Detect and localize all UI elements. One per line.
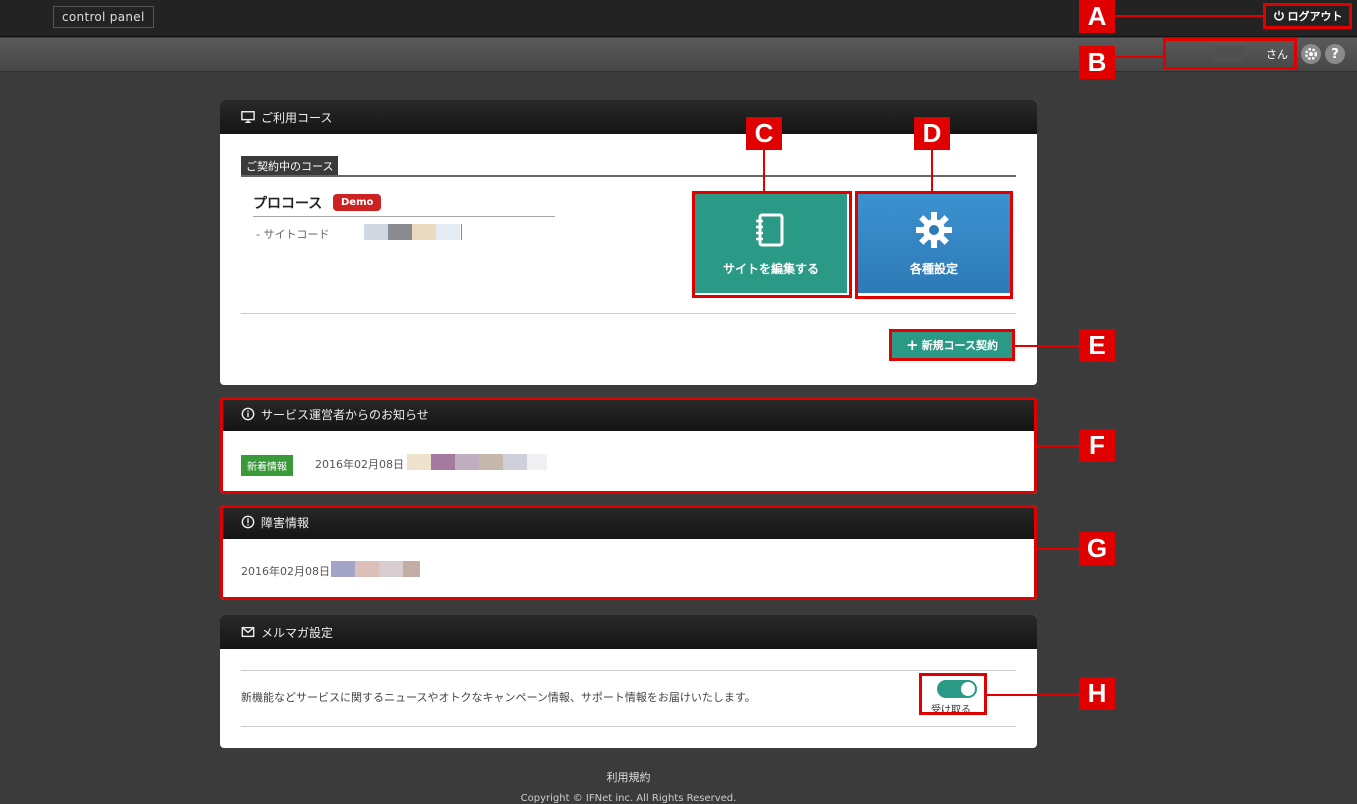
monitor-icon xyxy=(241,111,255,123)
gear-icon[interactable] xyxy=(1301,44,1321,64)
power-icon xyxy=(1273,10,1284,21)
course-name: プロコース xyxy=(253,196,323,212)
top-bar: control panel xyxy=(0,0,1357,37)
user-name-redacted xyxy=(1214,46,1244,63)
mail-panel: メルマガ設定 新機能などサービスに関するニュースやオトクなキャンペーン情報、サポ… xyxy=(220,615,1037,748)
alert-icon xyxy=(241,515,255,529)
news-badge: 新着情報 xyxy=(241,455,293,476)
user-name-box[interactable]: さん xyxy=(1163,38,1297,70)
toggle-knob xyxy=(961,682,975,696)
notice-panel: サービス運営者からのお知らせ 新着情報 2016年02月08日 xyxy=(220,397,1037,494)
callout-marker-a: A xyxy=(1079,0,1115,33)
callout-marker-b: B xyxy=(1079,46,1115,79)
failure-date: 2016年02月08日 xyxy=(241,565,330,578)
plus-icon: + xyxy=(905,336,919,354)
callout-marker-h: H xyxy=(1079,677,1115,710)
new-contract-label: 新規コース契約 xyxy=(921,339,999,352)
contract-section-tag: ご契約中のコース xyxy=(241,156,339,176)
site-code-label: - サイトコード xyxy=(256,228,330,241)
callout-line-g xyxy=(1037,548,1079,550)
mail-bottom-divider xyxy=(241,726,1016,727)
failure-panel: 障害情報 2016年02月08日 xyxy=(220,505,1037,600)
logout-label: ログアウト xyxy=(1287,10,1343,23)
new-contract-button[interactable]: + 新規コース契約 xyxy=(892,332,1012,358)
edit-site-button[interactable]: サイトを編集する xyxy=(695,194,847,293)
course-divider xyxy=(241,313,1016,314)
section-underline xyxy=(241,175,1016,177)
terms-link[interactable]: 利用規約 xyxy=(0,769,1257,785)
callout-line-d xyxy=(931,150,933,191)
callout-line-b xyxy=(1115,56,1163,58)
callout-line-c xyxy=(763,150,765,191)
callout-line-f xyxy=(1037,445,1079,447)
callout-marker-c: C xyxy=(746,117,782,150)
callout-line-a xyxy=(1115,15,1263,17)
demo-badge: Demo xyxy=(333,194,382,211)
notice-date: 2016年02月08日 xyxy=(315,458,404,471)
mail-panel-header: メルマガ設定 xyxy=(220,615,1037,649)
callout-line-e xyxy=(1015,345,1079,347)
notice-panel-header: サービス運営者からのお知らせ xyxy=(220,397,1037,431)
failure-panel-title: 障害情報 xyxy=(261,515,310,530)
gear-icon xyxy=(916,212,952,248)
toggle-label: 受け取る xyxy=(931,705,971,716)
callout-marker-d: D xyxy=(914,117,950,150)
brand-logo[interactable]: control panel xyxy=(53,6,154,28)
sub-bar xyxy=(0,38,1357,72)
course-panel-title: ご利用コース xyxy=(261,110,333,125)
user-suffix: さん xyxy=(1266,48,1288,61)
notice-panel-title: サービス運営者からのお知らせ xyxy=(261,407,429,422)
callout-marker-f: F xyxy=(1079,429,1115,462)
notebook-icon xyxy=(756,213,784,247)
help-label: ? xyxy=(1331,46,1339,62)
callout-marker-e: E xyxy=(1079,329,1115,362)
failure-panel-header: 障害情報 xyxy=(220,505,1037,539)
settings-button[interactable]: 各種設定 xyxy=(858,194,1010,293)
logout-button[interactable]: ログアウト xyxy=(1263,3,1352,29)
settings-label: 各種設定 xyxy=(909,262,958,276)
mail-top-divider xyxy=(241,670,1016,671)
mail-description: 新機能などサービスに関するニュースやオトクなキャンペーン情報、サポート情報をお届… xyxy=(241,691,756,704)
newsletter-toggle[interactable] xyxy=(937,680,977,698)
edit-site-label: サイトを編集する xyxy=(722,262,819,276)
callout-line-h xyxy=(987,694,1079,696)
envelope-icon xyxy=(241,626,255,638)
info-icon xyxy=(241,407,255,421)
course-name-underline xyxy=(253,216,555,217)
help-icon[interactable]: ? xyxy=(1325,44,1345,64)
callout-marker-g: G xyxy=(1079,532,1115,565)
mail-panel-title: メルマガ設定 xyxy=(261,625,334,640)
copyright-text: Copyright © IFNet inc. All Rights Reserv… xyxy=(520,793,737,804)
